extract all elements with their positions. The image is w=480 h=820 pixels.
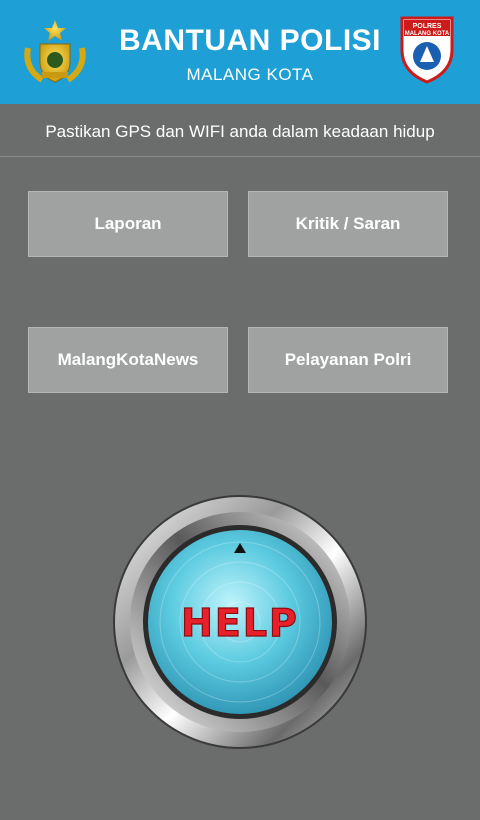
polres-shield-icon: POLRES MALANG KOTA xyxy=(400,16,454,84)
kritik-saran-button[interactable]: Kritik / Saran xyxy=(248,191,448,257)
laporan-button[interactable]: Laporan xyxy=(28,191,228,257)
gps-wifi-notice: Pastikan GPS dan WIFI anda dalam keadaan… xyxy=(45,122,435,141)
divider xyxy=(0,156,480,157)
malangkotanews-button[interactable]: MalangKotaNews xyxy=(28,327,228,393)
help-button[interactable]: HELP xyxy=(112,494,368,750)
help-label: HELP xyxy=(181,601,299,645)
app-header: BANTUAN POLISI MALANG KOTA POLRES MALANG… xyxy=(0,0,480,104)
badge-line-1: POLRES xyxy=(413,23,442,30)
pelayanan-polri-button[interactable]: Pelayanan Polri xyxy=(248,327,448,393)
badge-line-2: MALANG KOTA xyxy=(405,31,450,37)
